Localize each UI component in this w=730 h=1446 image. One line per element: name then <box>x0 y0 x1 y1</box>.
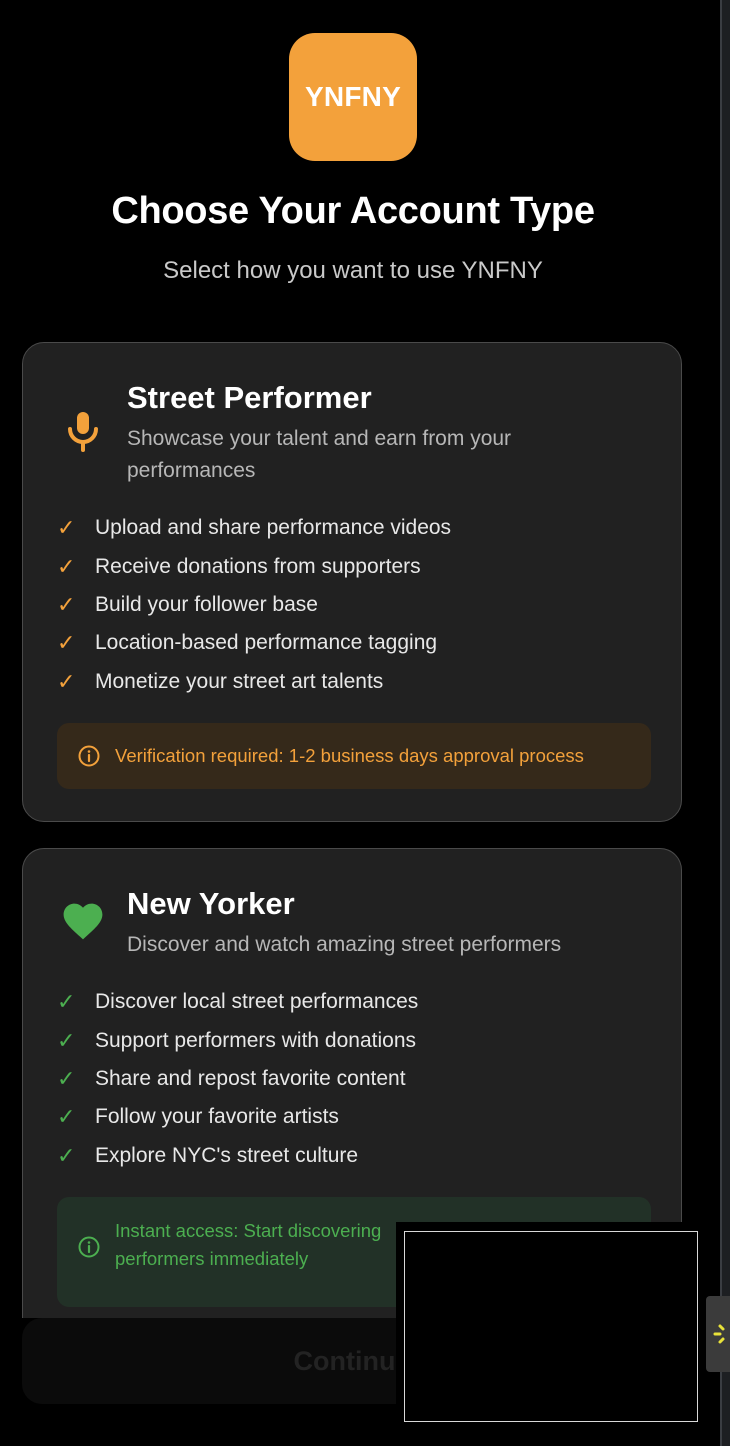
heart-icon <box>63 903 103 940</box>
info-icon <box>78 1236 100 1258</box>
list-item: ✓ Share and repost favorite content <box>57 1060 418 1098</box>
check-icon: ✓ <box>57 668 76 694</box>
note-text: Verification required: 1-2 business days… <box>115 745 584 766</box>
check-icon: ✓ <box>57 989 76 1015</box>
card-title: New Yorker <box>127 886 295 921</box>
list-item: ✓ Build your follower base <box>57 586 451 624</box>
side-tab-handle[interactable] <box>706 1296 730 1372</box>
feature-text: Build your follower base <box>95 592 318 616</box>
loading-spinner-icon <box>713 1324 725 1344</box>
check-icon: ✓ <box>57 1065 76 1091</box>
logo-text: YNFNY <box>305 81 401 112</box>
feature-text: Receive donations from supporters <box>95 554 421 578</box>
check-icon: ✓ <box>57 591 76 617</box>
check-icon: ✓ <box>57 1027 76 1053</box>
feature-text: Upload and share performance videos <box>95 516 452 540</box>
feature-text: Support performers with donations <box>95 1028 416 1052</box>
list-item: ✓ Discover local street performances <box>57 983 418 1021</box>
verification-note: Verification required: 1-2 business days… <box>57 723 651 789</box>
account-type-card-street-performer[interactable]: Street Performer Showcase your talent an… <box>22 342 682 822</box>
app-logo: YNFNY <box>289 33 417 161</box>
card-title: Street Performer <box>127 380 372 415</box>
list-item: ✓ Support performers with donations <box>57 1021 418 1059</box>
list-item: ✓ Monetize your street art talents <box>57 663 451 701</box>
feature-list: ✓ Discover local street performances ✓ Sup… <box>57 983 418 1175</box>
check-icon: ✓ <box>57 1142 76 1168</box>
check-icon: ✓ <box>57 553 76 579</box>
feature-text: Follow your favorite artists <box>95 1105 339 1129</box>
check-icon: ✓ <box>57 1104 76 1130</box>
overlay-video-frame[interactable] <box>404 1231 698 1422</box>
info-icon <box>78 745 100 767</box>
card-description: Discover and watch amazing street perfor… <box>127 933 562 956</box>
page-title: Choose Your Account Type <box>111 190 595 232</box>
page-subtitle: Select how you want to use YNFNY <box>163 257 543 284</box>
continue-label: Continue <box>293 1345 411 1376</box>
list-item: ✓ Explore NYC's street culture <box>57 1137 418 1175</box>
check-icon: ✓ <box>57 515 76 541</box>
feature-text: Share and repost favorite content <box>95 1066 406 1090</box>
list-item: ✓ Location-based performance tagging <box>57 624 451 662</box>
check-icon: ✓ <box>57 630 76 656</box>
feature-text: Explore NYC's street culture <box>95 1143 359 1167</box>
feature-text: Location-based performance tagging <box>95 631 438 655</box>
microphone-icon <box>68 412 98 452</box>
feature-list: ✓ Upload and share performance videos ✓ Re… <box>57 509 451 701</box>
window-edge-line <box>720 0 722 1446</box>
feature-text: Monetize your street art talents <box>95 669 384 693</box>
list-item: ✓ Follow your favorite artists <box>57 1098 418 1136</box>
list-item: ✓ Upload and share performance videos <box>57 509 451 547</box>
list-item: ✓ Receive donations from supporters <box>57 547 451 585</box>
card-description: Showcase your talent and earn from your … <box>127 427 512 482</box>
feature-text: Discover local street performances <box>95 990 419 1014</box>
